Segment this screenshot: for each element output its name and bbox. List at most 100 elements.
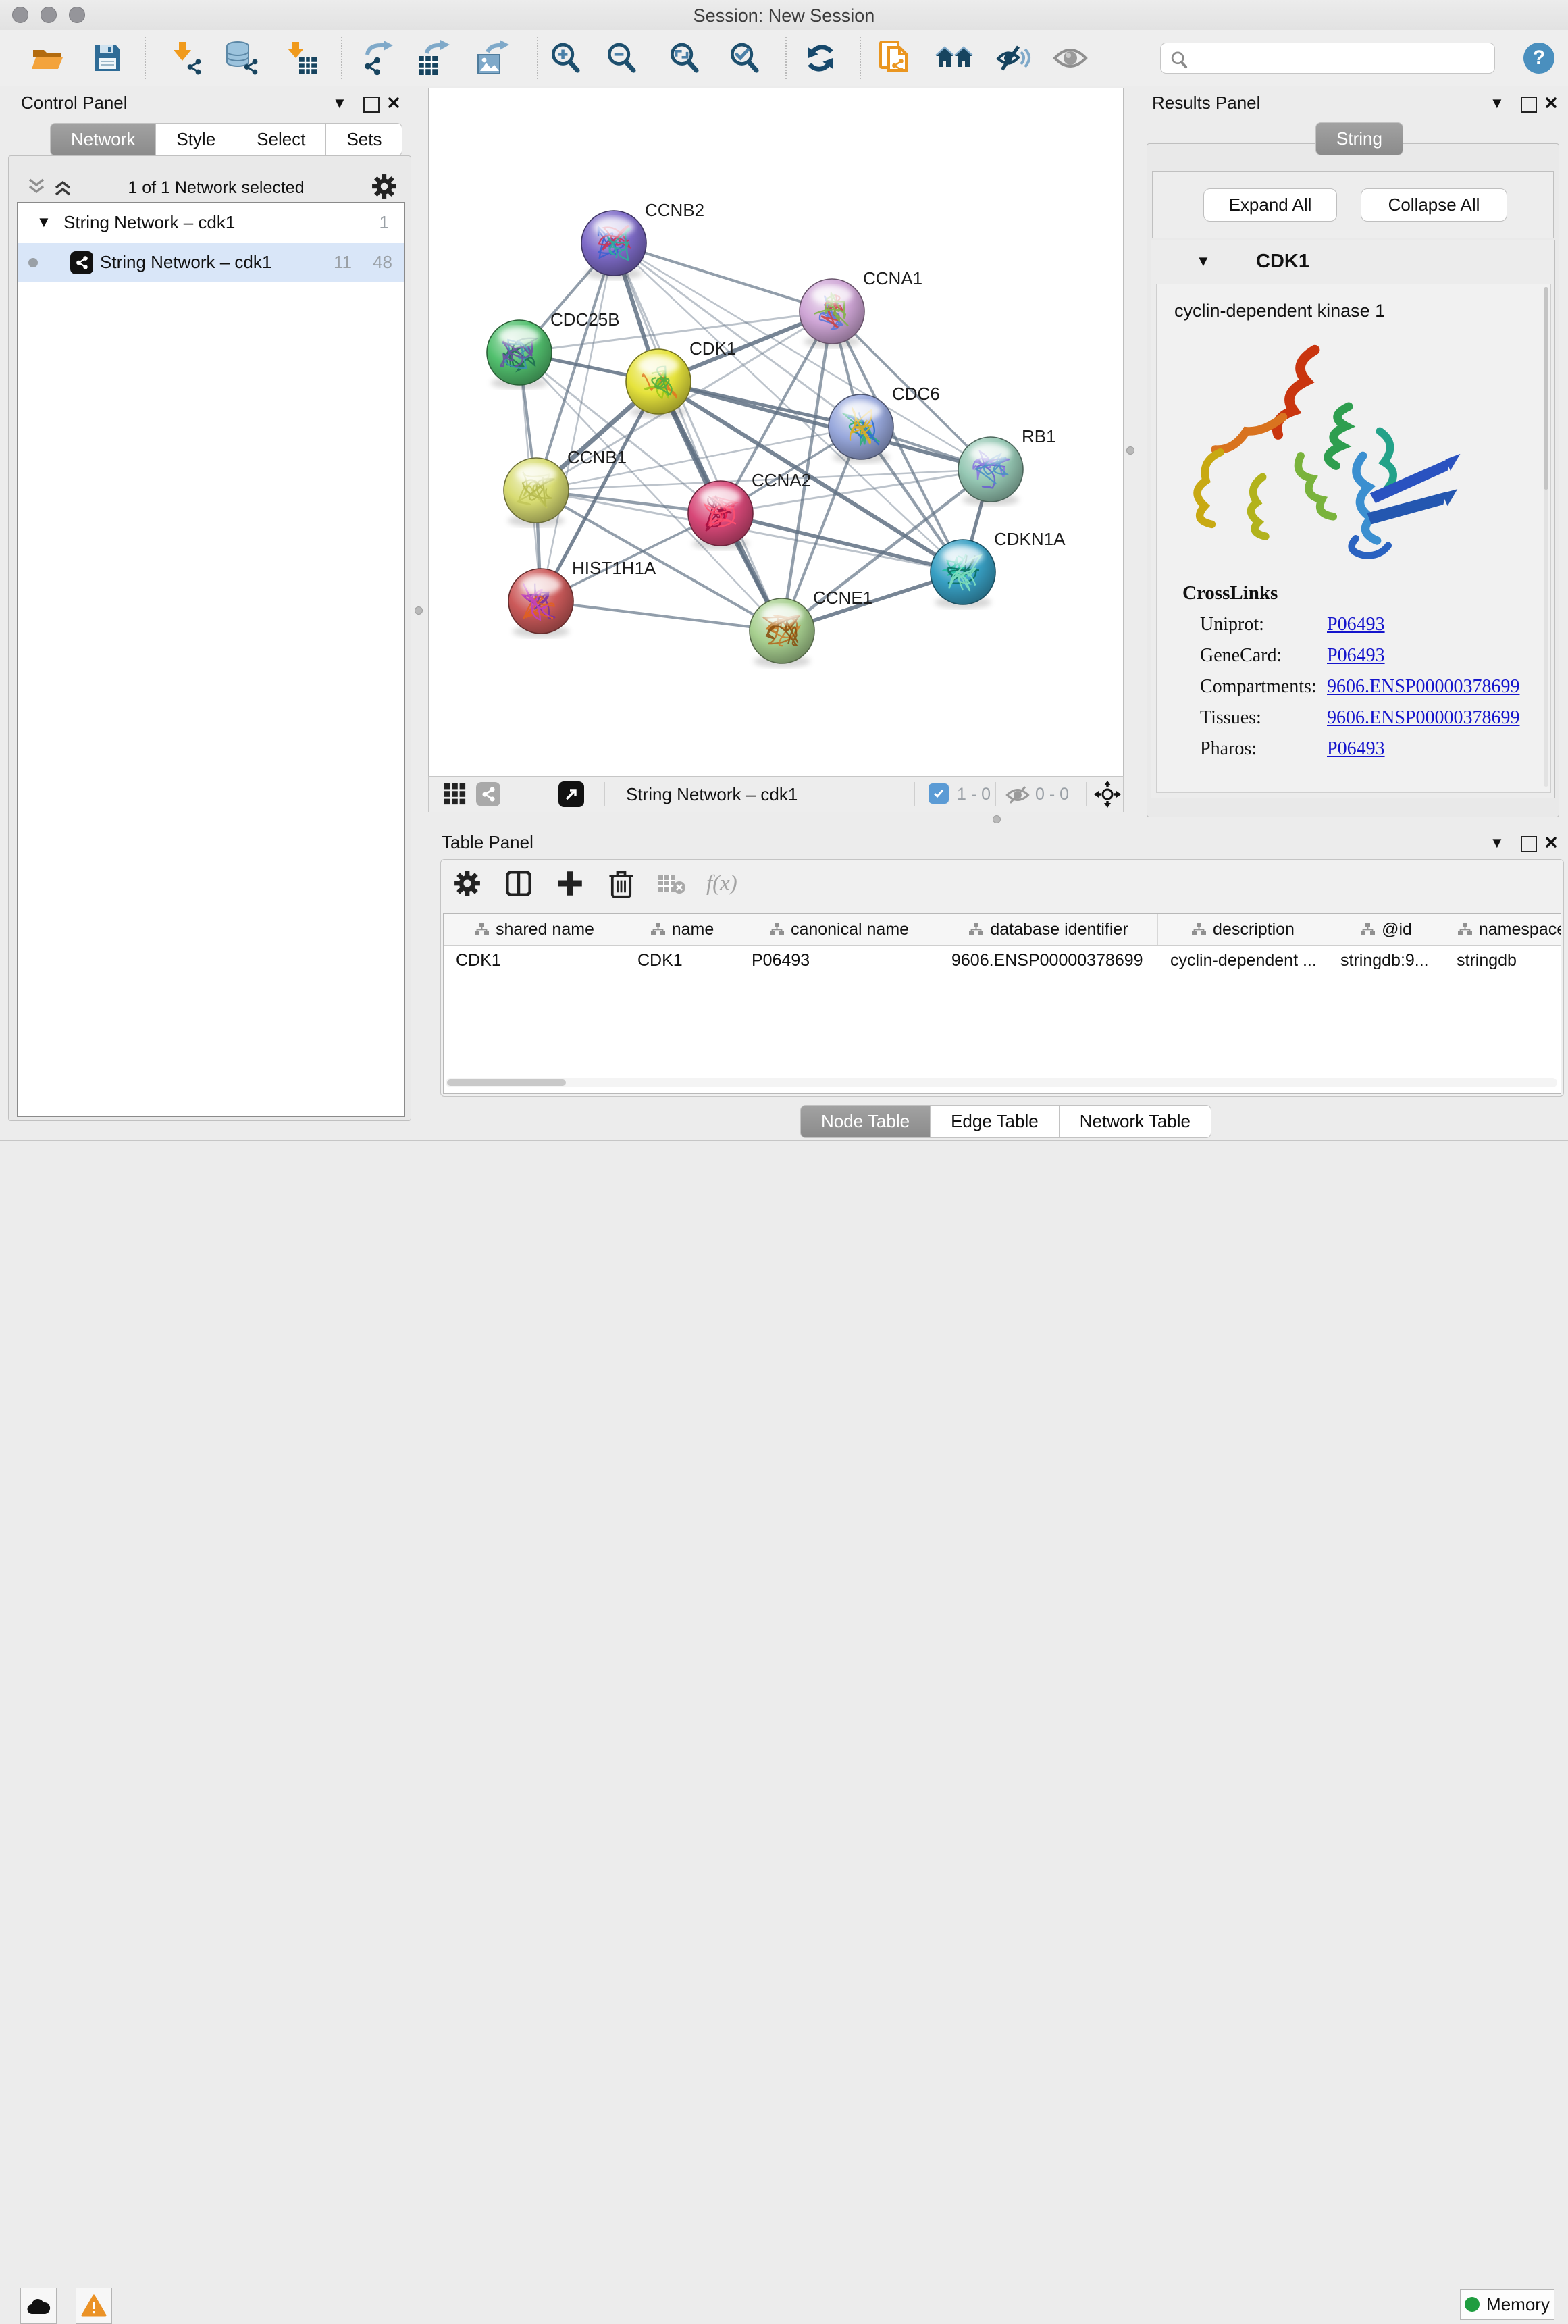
- zoom-in-button[interactable]: [546, 38, 585, 78]
- network-options-gear-icon[interactable]: [371, 174, 397, 199]
- left-splitter-grip[interactable]: [415, 606, 423, 615]
- edge-CCNB2-HIST1H1A[interactable]: [541, 243, 614, 601]
- panel-menu-button[interactable]: ▼: [1490, 834, 1505, 852]
- results-scrollbar[interactable]: [1544, 287, 1548, 787]
- delete-column-trash-icon[interactable]: [608, 869, 635, 898]
- selected-checkbox[interactable]: [929, 783, 949, 804]
- collection-expander-icon[interactable]: ▼: [36, 213, 51, 231]
- tab-sets[interactable]: Sets: [325, 123, 402, 156]
- first-neighbors-button[interactable]: [935, 38, 974, 78]
- table-cell: CDK1: [444, 946, 625, 975]
- close-panel-button[interactable]: [1545, 836, 1559, 850]
- export-image-button[interactable]: [473, 38, 512, 78]
- create-column-plus-icon[interactable]: [556, 870, 583, 897]
- crosslink-link[interactable]: 9606.ENSP00000378699: [1327, 676, 1519, 698]
- node-RB1[interactable]: [958, 437, 1023, 506]
- close-panel-button[interactable]: [388, 97, 401, 110]
- panel-menu-button[interactable]: ▼: [1490, 95, 1505, 112]
- tab-network-table[interactable]: Network Table: [1059, 1105, 1211, 1138]
- tab-edge-table[interactable]: Edge Table: [930, 1105, 1059, 1138]
- tab-network[interactable]: Network: [50, 123, 155, 156]
- column-header-database-identifier[interactable]: database identifier: [939, 914, 1158, 945]
- network-canvas[interactable]: CCNB2CCNA1CDC25BCDK1CDC6RB1CCNB1CCNA2CDK…: [428, 88, 1124, 777]
- results-scrollbar-thumb[interactable]: [1544, 287, 1548, 490]
- expand-all-button[interactable]: Expand All: [1203, 188, 1337, 222]
- table-scrollbar-thumb[interactable]: [447, 1079, 566, 1086]
- memory-button[interactable]: Memory: [1460, 2289, 1554, 2320]
- edge-HIST1H1A-CCNE1[interactable]: [541, 601, 782, 631]
- float-panel-button[interactable]: [1521, 836, 1537, 852]
- export-network-button[interactable]: [357, 38, 396, 78]
- column-header-namespace[interactable]: namespace: [1444, 914, 1561, 945]
- tab-style[interactable]: Style: [155, 123, 236, 156]
- network-graph[interactable]: CCNB2CCNA1CDC25BCDK1CDC6RB1CCNB1CCNA2CDK…: [429, 88, 1123, 776]
- export-table-icon: [415, 40, 451, 76]
- table-horizontal-scrollbar[interactable]: [446, 1078, 1557, 1087]
- right-splitter-grip[interactable]: [1126, 446, 1134, 455]
- save-session-button[interactable]: [88, 38, 127, 78]
- column-header-name[interactable]: name: [625, 914, 739, 945]
- column-header-canonical-name[interactable]: canonical name: [739, 914, 939, 945]
- node-CDC25B[interactable]: [487, 320, 552, 389]
- birds-eye-view-button[interactable]: [558, 781, 584, 807]
- refresh-button[interactable]: [801, 38, 840, 78]
- import-table-button[interactable]: [281, 38, 320, 78]
- search-input[interactable]: [1160, 43, 1495, 74]
- zoom-selected-button[interactable]: [725, 38, 764, 78]
- float-panel-button[interactable]: [363, 97, 380, 113]
- gene-card-expander-icon[interactable]: ▼: [1196, 253, 1211, 270]
- horizontal-splitter-grip[interactable]: [993, 815, 1001, 823]
- import-table-icon: [283, 41, 318, 76]
- hide-selected-button[interactable]: [994, 38, 1033, 78]
- edge-CCNB2-CCNA1[interactable]: [614, 243, 832, 311]
- show-grid-icon[interactable]: [444, 783, 467, 806]
- expand-all-tree-icon[interactable]: [51, 177, 74, 197]
- crosslink-link[interactable]: 9606.ENSP00000378699: [1327, 707, 1519, 729]
- network-collection-row[interactable]: ▼ String Network – cdk1 1: [18, 203, 404, 243]
- open-session-button[interactable]: [28, 38, 68, 78]
- show-columns-icon[interactable]: [505, 870, 532, 897]
- crosslink-link[interactable]: P06493: [1327, 738, 1385, 760]
- tab-node-table[interactable]: Node Table: [800, 1105, 930, 1138]
- collection-label: String Network – cdk1: [63, 212, 235, 233]
- network-view-icon[interactable]: [476, 782, 500, 806]
- fit-content-crosshair-icon[interactable]: [1094, 781, 1121, 808]
- float-panel-button[interactable]: [1521, 97, 1537, 113]
- node-HIST1H1A[interactable]: [508, 569, 573, 638]
- table-options-gear-icon[interactable]: [454, 870, 481, 897]
- table-panel-title: Table Panel: [442, 832, 533, 853]
- import-network-button[interactable]: [165, 38, 205, 78]
- panel-menu-button[interactable]: ▼: [332, 95, 347, 112]
- show-all-button[interactable]: [1051, 38, 1090, 78]
- crosslink-link[interactable]: P06493: [1327, 614, 1385, 636]
- export-table-button[interactable]: [413, 38, 452, 78]
- node-CCNE1[interactable]: [750, 598, 814, 667]
- table-row[interactable]: CDK1CDK1P064939606.ENSP00000378699cyclin…: [444, 946, 1561, 975]
- network-row-selected[interactable]: String Network – cdk1 11 48: [18, 243, 404, 282]
- crosslink-link[interactable]: P06493: [1327, 645, 1385, 667]
- column-header-description[interactable]: description: [1158, 914, 1328, 945]
- node-CDC6[interactable]: [829, 394, 893, 463]
- tab-select[interactable]: Select: [236, 123, 325, 156]
- tab-string[interactable]: String: [1315, 122, 1403, 155]
- node-CDK1[interactable]: [626, 349, 691, 418]
- collapse-all-button[interactable]: Collapse All: [1361, 188, 1507, 222]
- node-CCNA1[interactable]: [800, 279, 864, 348]
- duplicate-network-button[interactable]: [875, 38, 914, 78]
- close-panel-button[interactable]: [1545, 97, 1559, 110]
- crosslink-row: Uniprot:P06493: [1200, 614, 1550, 636]
- crosslink-row: Compartments:9606.ENSP00000378699: [1200, 676, 1550, 698]
- column-header--id[interactable]: @id: [1328, 914, 1444, 945]
- warning-button[interactable]: [76, 2288, 112, 2324]
- table-cell: P06493: [739, 946, 939, 975]
- node-CDKN1A[interactable]: [931, 540, 995, 609]
- control-panel-title: Control Panel: [21, 93, 128, 113]
- help-button[interactable]: ?: [1523, 43, 1554, 74]
- zoom-out-button[interactable]: [602, 38, 641, 78]
- import-network-from-database-button[interactable]: [221, 38, 261, 78]
- window-title: Session: New Session: [0, 5, 1568, 26]
- collapse-all-tree-icon[interactable]: [25, 177, 48, 197]
- column-header-shared-name[interactable]: shared name: [444, 914, 625, 945]
- cloud-button[interactable]: [20, 2288, 57, 2324]
- zoom-fit-button[interactable]: [664, 38, 704, 78]
